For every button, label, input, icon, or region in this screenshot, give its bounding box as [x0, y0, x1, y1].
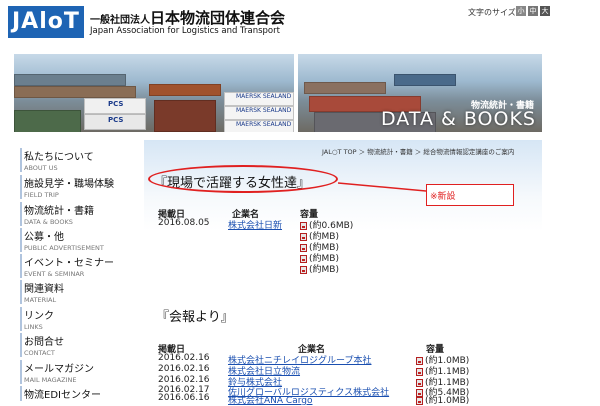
sidebar-item-edi-center[interactable]: 物流EDIセンター	[20, 386, 134, 401]
nav-label: 物流EDIセンター	[24, 390, 101, 401]
nav-label: イベント・セミナー	[24, 258, 114, 269]
container-label: MAERSK SEALAND	[236, 107, 292, 114]
nav-sublabel: EVENT & SEMINAR	[24, 270, 85, 278]
file-size: (約1.0MB)	[425, 396, 470, 406]
nav-sublabel: LINKS	[24, 323, 43, 331]
row-date: 2016.02.16	[158, 375, 210, 385]
container-label: MAERSK SEALAND	[236, 93, 292, 100]
section-heading-newsletter: 『会報より』	[156, 310, 234, 325]
company-link[interactable]: 株式会社日新	[228, 218, 282, 231]
nav-label: お問合せ	[24, 337, 64, 348]
nav-label: 公募・他	[24, 232, 64, 243]
nav-sublabel: PUBLIC ADVERTISEMENT	[24, 244, 104, 252]
logo-text: JAloT	[12, 9, 80, 34]
breadcrumb[interactable]: JAL○T TOP ＞ 物流統計・書籍 ＞ 総合物流情報認定講座のご案内	[322, 146, 514, 156]
highlight-ellipse	[148, 165, 338, 193]
sidebar-item-event-seminar[interactable]: イベント・セミナー EVENT & SEMINAR	[20, 254, 134, 278]
nav-sublabel: FIELD TRIP	[24, 191, 59, 199]
sidebar-item-data-books[interactable]: 物流統計・書籍 DATA & BOOKS	[20, 202, 134, 226]
row-date: 2016.02.16	[158, 364, 210, 374]
nav-sublabel: CONTACT	[24, 349, 55, 357]
nav-label: 施設見学・職場体験	[24, 179, 114, 190]
nav-label: 関連資料	[24, 284, 64, 295]
banner-title: DATA & BOOKS	[381, 108, 536, 130]
file-size: (約MB)	[309, 265, 339, 275]
nav-label: 物流統計・書籍	[24, 206, 94, 217]
banner-separator	[294, 54, 298, 132]
nav-sublabel: ABOUT US	[24, 164, 58, 172]
nav-sublabel: DATA & BOOKS	[24, 218, 73, 226]
pdf-link[interactable]: (約MB)	[300, 262, 339, 275]
font-size-small-button[interactable]: 小	[516, 6, 526, 16]
annotation-new: ※新設	[430, 192, 456, 202]
row-date: 2016.06.16	[158, 393, 210, 403]
pdf-icon	[416, 396, 423, 405]
sidebar-item-about-us[interactable]: 私たちについて ABOUT US	[20, 148, 134, 172]
row-date: 2016.02.16	[158, 353, 210, 363]
nav-label: メールマガジン	[24, 364, 94, 375]
font-size-label: 文字のサイズ	[468, 8, 516, 17]
sidebar-item-public-ad[interactable]: 公募・他 PUBLIC ADVERTISEMENT	[20, 228, 134, 252]
sidebar-item-links[interactable]: リンク LINKS	[20, 307, 134, 331]
sidebar-item-contact[interactable]: お問合せ CONTACT	[20, 333, 134, 357]
sidebar-item-material[interactable]: 関連資料 MATERIAL	[20, 280, 134, 304]
annotation-connector	[338, 182, 426, 192]
font-size-large-button[interactable]: 大	[540, 6, 550, 16]
banner-image: PCS PCS MAERSK SEALAND MAERSK SEALAND MA…	[14, 54, 542, 132]
container-label: PCS	[108, 100, 124, 108]
nav-sublabel: MATERIAL	[24, 296, 57, 304]
container-label: MAERSK SEALAND	[236, 121, 292, 128]
nav-sublabel: MAIL MAGAZINE	[24, 376, 77, 384]
font-size-medium-button[interactable]: 中	[528, 6, 538, 16]
org-name-en: Japan Association for Logistics and Tran…	[90, 26, 280, 36]
row-date: 2016.08.05	[158, 218, 210, 228]
nav-label: 私たちについて	[24, 152, 94, 163]
org-name-jp: 一般社団法人日本物流団体連合会	[90, 7, 285, 28]
pdf-icon	[300, 265, 307, 274]
nav-label: リンク	[24, 311, 54, 322]
sidebar-item-field-trip[interactable]: 施設見学・職場体験 FIELD TRIP	[20, 175, 134, 199]
sidebar-item-mail-magazine[interactable]: メールマガジン MAIL MAGAZINE	[20, 360, 134, 384]
container-label: PCS	[108, 116, 124, 124]
org-prefix: 一般社団法人	[90, 15, 150, 26]
org-name: 日本物流団体連合会	[150, 9, 286, 27]
